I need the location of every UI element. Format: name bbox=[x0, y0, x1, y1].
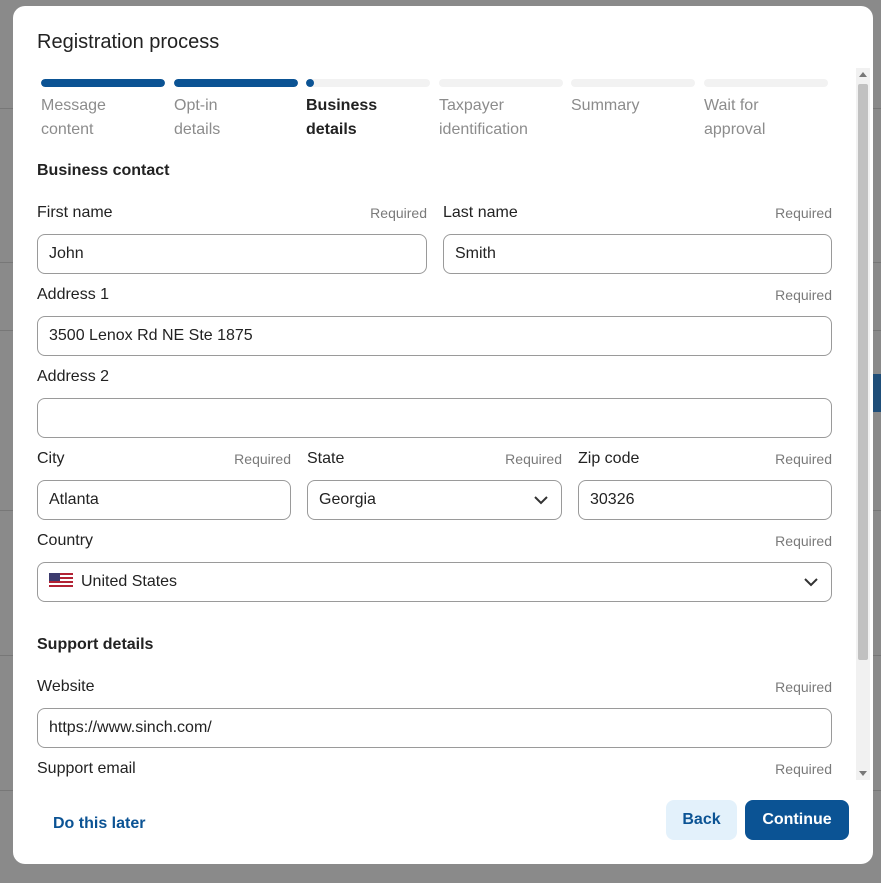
step-label: Taxpayer identification bbox=[439, 97, 528, 138]
step-progress-bar bbox=[306, 79, 430, 87]
vertical-scrollbar[interactable] bbox=[856, 68, 870, 780]
state-select[interactable]: Georgia bbox=[307, 480, 562, 520]
country-field: Country Required United States bbox=[37, 530, 832, 602]
required-hint: Required bbox=[775, 679, 832, 695]
website-label: Website bbox=[37, 678, 95, 695]
step-progress-bar bbox=[41, 79, 165, 87]
step-opt-in-details: Opt-in details bbox=[174, 79, 298, 142]
chevron-down-icon bbox=[804, 578, 818, 587]
us-flag-icon bbox=[49, 573, 73, 588]
step-label: Summary bbox=[571, 97, 640, 114]
step-business-details: Business details bbox=[306, 79, 430, 142]
support-email-label: Support email bbox=[37, 760, 136, 777]
do-this-later-link[interactable]: Do this later bbox=[53, 815, 145, 833]
address2-label: Address 2 bbox=[37, 368, 110, 385]
required-hint: Required bbox=[775, 451, 832, 467]
required-hint: Required bbox=[775, 205, 832, 221]
first-name-label: First name bbox=[37, 204, 113, 221]
country-selected-value: United States bbox=[81, 573, 178, 590]
address2-field: Address 2 bbox=[37, 366, 832, 438]
step-progress-bar bbox=[704, 79, 828, 87]
step-progress-bar bbox=[571, 79, 695, 87]
zip-code-field: Zip code Required 30326 bbox=[578, 448, 832, 520]
registration-modal: Registration process Message content Opt-… bbox=[13, 6, 873, 864]
address2-input[interactable] bbox=[37, 398, 832, 438]
step-label: Opt-in details bbox=[174, 97, 221, 138]
first-name-input[interactable]: John bbox=[37, 234, 427, 274]
step-progress-bar bbox=[174, 79, 298, 87]
state-field: State Required Georgia bbox=[307, 448, 562, 520]
support-details-heading: Support details bbox=[37, 636, 154, 653]
zip-code-input[interactable]: 30326 bbox=[578, 480, 832, 520]
address1-label: Address 1 bbox=[37, 286, 110, 303]
step-label: Wait for approval bbox=[704, 97, 766, 138]
business-contact-heading: Business contact bbox=[37, 162, 170, 179]
form-scroll-area[interactable]: Business contact First name Required Joh… bbox=[13, 156, 856, 781]
chevron-down-icon bbox=[534, 496, 548, 505]
step-label: Business details bbox=[306, 97, 378, 138]
country-select[interactable]: United States bbox=[37, 562, 832, 602]
step-wait-for-approval: Wait for approval bbox=[704, 79, 828, 142]
step-summary: Summary bbox=[571, 79, 695, 118]
website-input[interactable]: https://www.sinch.com/ bbox=[37, 708, 832, 748]
modal-footer: Do this later Back Continue bbox=[13, 781, 873, 864]
required-hint: Required bbox=[234, 451, 291, 467]
address1-field: Address 1 Required 3500 Lenox Rd NE Ste … bbox=[37, 284, 832, 356]
required-hint: Required bbox=[775, 287, 832, 303]
step-message-content: Message content bbox=[41, 79, 165, 142]
required-hint: Required bbox=[775, 533, 832, 549]
city-input[interactable]: Atlanta bbox=[37, 480, 291, 520]
continue-button[interactable]: Continue bbox=[745, 800, 849, 840]
step-progress-bar bbox=[439, 79, 563, 87]
scrollbar-thumb[interactable] bbox=[858, 84, 868, 660]
modal-title: Registration process bbox=[37, 31, 220, 53]
back-button[interactable]: Back bbox=[666, 800, 737, 840]
required-hint: Required bbox=[505, 451, 562, 467]
country-label: Country bbox=[37, 532, 94, 549]
first-name-field: First name Required John bbox=[37, 202, 427, 274]
last-name-input[interactable]: Smith bbox=[443, 234, 832, 274]
support-email-field: Support email Required bbox=[37, 758, 832, 781]
address1-input[interactable]: 3500 Lenox Rd NE Ste 1875 bbox=[37, 316, 832, 356]
required-hint: Required bbox=[370, 205, 427, 221]
step-label: Message content bbox=[41, 97, 106, 138]
scroll-up-arrow-icon[interactable] bbox=[859, 72, 867, 77]
last-name-field: Last name Required Smith bbox=[443, 202, 832, 274]
last-name-label: Last name bbox=[443, 204, 518, 221]
website-field: Website Required https://www.sinch.com/ bbox=[37, 676, 832, 748]
required-hint: Required bbox=[775, 761, 832, 777]
state-selected-value: Georgia bbox=[319, 491, 376, 508]
scroll-down-arrow-icon[interactable] bbox=[859, 771, 867, 776]
step-taxpayer-identification: Taxpayer identification bbox=[439, 79, 563, 142]
city-field: City Required Atlanta bbox=[37, 448, 291, 520]
progress-stepper: Message content Opt-in details Business det… bbox=[41, 79, 829, 149]
